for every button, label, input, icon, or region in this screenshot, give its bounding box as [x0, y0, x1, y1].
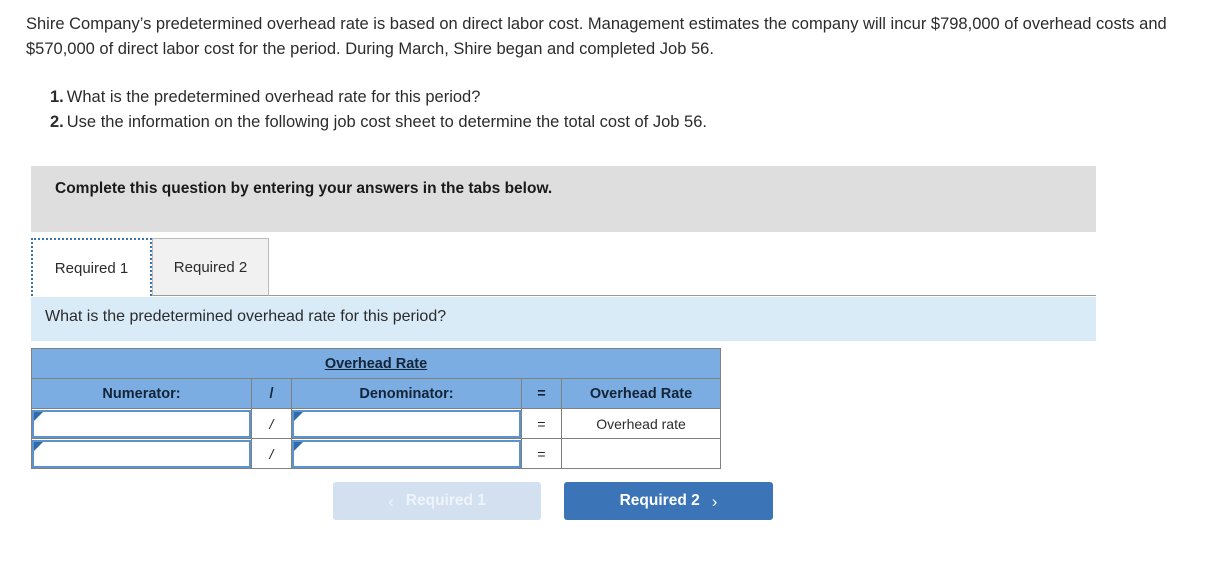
requirement-text-2: Use the information on the following job… [66, 113, 707, 131]
numerator-input-wrapper-row-2[interactable] [32, 439, 251, 468]
slash-cell-row-2: / [251, 438, 292, 469]
slash-cell-row-1: / [251, 408, 292, 439]
tab-required-1[interactable]: Required 1 [31, 238, 152, 296]
instruction-banner-text: Complete this question by entering your … [55, 180, 553, 197]
numerator-cell-row-2 [31, 438, 252, 469]
table-title-text: Overhead Rate [324, 355, 428, 372]
table-row: / = [31, 438, 721, 469]
requirement-item-2: 2. Use the information on the following j… [50, 110, 1100, 135]
picker-triangle-icon[interactable] [294, 411, 303, 421]
chevron-right-icon: › [711, 491, 718, 511]
problem-statement: Shire Company’s predetermined overhead r… [26, 15, 1167, 58]
picker-triangle-icon[interactable] [34, 411, 43, 421]
question-bar-text: What is the predetermined overhead rate … [45, 308, 447, 325]
requirement-item-1: 1. What is the predetermined overhead rat… [50, 85, 1100, 110]
requirement-number-2: 2. [50, 113, 64, 131]
equals-cell-row-1: = [521, 408, 562, 439]
overhead-rate-table: Overhead Rate Numerator: / Denominator: … [31, 348, 721, 469]
tab-strip: Required 1 Required 2 [31, 238, 1096, 296]
numerator-input-wrapper-row-1[interactable] [32, 409, 251, 438]
denominator-input-row-2[interactable] [305, 441, 517, 466]
tab-required-2[interactable]: Required 2 [152, 238, 269, 296]
requirement-number-1: 1. [50, 88, 64, 106]
next-required-2-label: Required 2 [619, 492, 700, 509]
numerator-input-row-2[interactable] [45, 441, 247, 466]
header-slash: / [251, 378, 292, 409]
tab-required-2-label: Required 2 [173, 258, 248, 276]
denominator-input-wrapper-row-2[interactable] [292, 439, 521, 468]
picker-triangle-icon[interactable] [294, 441, 303, 451]
denominator-input-wrapper-row-1[interactable] [292, 409, 521, 438]
requirement-text-1: What is the predetermined overhead rate … [66, 88, 481, 106]
result-cell-row-1: Overhead rate [561, 408, 721, 439]
result-cell-row-2 [561, 438, 721, 469]
next-required-2-button[interactable]: Required 2 › [564, 482, 773, 520]
instruction-banner: Complete this question by entering your … [31, 166, 1096, 232]
table-title-cell: Overhead Rate [31, 348, 721, 379]
denominator-input-row-1[interactable] [305, 411, 517, 436]
table-title-row: Overhead Rate [31, 348, 721, 379]
header-equals: = [521, 378, 562, 409]
requirements-list: 1. What is the predetermined overhead rat… [50, 85, 1100, 135]
chevron-left-icon: ‹ [388, 491, 394, 511]
table-header-row: Numerator: / Denominator: = Overhead Rat… [31, 378, 721, 409]
equals-cell-row-2: = [521, 438, 562, 469]
tab-required-1-label: Required 1 [54, 259, 129, 277]
previous-required-1-label: Required 1 [405, 492, 486, 509]
denominator-cell-row-2 [291, 438, 522, 469]
navigation-buttons: ‹ Required 1 Required 2 › [333, 482, 773, 520]
table-row: / = Overhead rate [31, 408, 721, 439]
numerator-cell-row-1 [31, 408, 252, 439]
question-bar: What is the predetermined overhead rate … [31, 297, 1096, 341]
previous-required-1-button[interactable]: ‹ Required 1 [333, 482, 541, 520]
header-denominator: Denominator: [291, 378, 522, 409]
picker-triangle-icon[interactable] [34, 441, 43, 451]
denominator-cell-row-1 [291, 408, 522, 439]
header-numerator: Numerator: [31, 378, 252, 409]
numerator-input-row-1[interactable] [45, 411, 247, 436]
header-overhead-rate: Overhead Rate [561, 378, 721, 409]
